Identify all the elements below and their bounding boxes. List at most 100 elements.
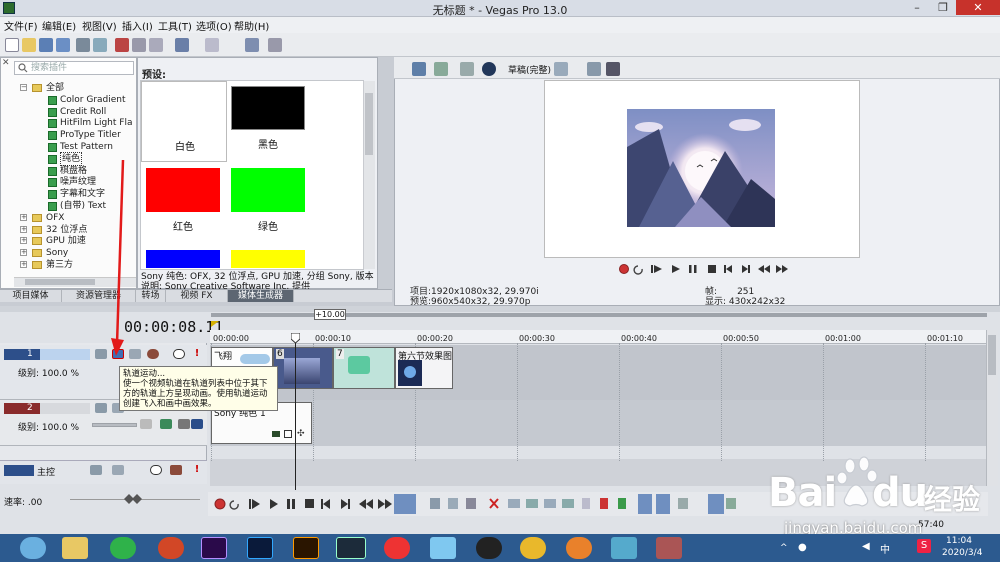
tray-user-icon[interactable]: ● [798, 542, 807, 553]
preset-green[interactable]: 绿色 [231, 168, 317, 246]
preset-white[interactable]: 白色 [141, 81, 227, 162]
clip-move-icon[interactable]: ✣ [297, 430, 306, 439]
app-icon-red[interactable] [384, 537, 410, 559]
powerpoint-icon[interactable] [158, 537, 184, 559]
file-explorer-icon[interactable] [62, 537, 88, 559]
tab-transitions[interactable]: 转场 [136, 290, 166, 302]
tray-volume-icon[interactable]: ◀ [862, 541, 870, 552]
menu-tools[interactable]: 工具(T) [158, 18, 192, 33]
master-mute-icon[interactable] [150, 465, 162, 475]
splitter[interactable] [0, 306, 1000, 312]
preset-red[interactable]: 红色 [146, 168, 232, 246]
playhead[interactable] [295, 335, 296, 490]
master-mode-icon[interactable] [170, 465, 182, 475]
track-fx-icon[interactable] [160, 419, 172, 429]
copy-icon[interactable] [132, 38, 146, 52]
master-motion-icon[interactable] [90, 465, 102, 475]
what-is-this-icon[interactable] [268, 38, 282, 52]
tray-lang[interactable]: 中 [880, 541, 890, 556]
preset-blue[interactable] [146, 250, 232, 268]
track-fx-icon[interactable] [129, 349, 141, 359]
expand-icon[interactable]: + [20, 237, 27, 245]
undo-icon[interactable] [175, 38, 189, 52]
master-fx-icon[interactable] [112, 465, 124, 475]
transport-controls[interactable] [212, 492, 772, 516]
app-icon-photo[interactable] [656, 537, 682, 559]
open-icon[interactable] [22, 38, 36, 52]
tab-media-generators[interactable]: 媒体生成器 [228, 290, 294, 302]
preset-black[interactable]: 黑色 [231, 86, 317, 164]
menu-view[interactable]: 视图(V) [82, 18, 117, 33]
enable-snapping-icon[interactable] [245, 38, 259, 52]
split-screen-icon[interactable] [460, 62, 474, 76]
menu-insert[interactable]: 插入(I) [122, 18, 153, 33]
app-icon-blue[interactable] [430, 537, 456, 559]
qq-icon[interactable] [476, 537, 502, 559]
properties-icon[interactable] [93, 38, 107, 52]
external-monitor-icon[interactable] [434, 62, 448, 76]
menu-help[interactable]: 帮助(H) [234, 18, 269, 33]
menu-edit[interactable]: 编辑(E) [42, 18, 76, 33]
compositing-mode-icon[interactable] [147, 349, 159, 359]
new-icon[interactable] [5, 38, 19, 52]
track-name-field[interactable] [40, 403, 90, 414]
expand-icon[interactable]: + [20, 249, 27, 257]
timeline-vscroll-thumb[interactable] [988, 335, 996, 375]
mute-icon[interactable] [173, 349, 185, 359]
tree-item[interactable]: HitFilm Light Fla [0, 117, 136, 129]
search-input[interactable]: 搜索插件 [14, 61, 134, 75]
premiere-icon[interactable] [201, 537, 227, 559]
start-button[interactable] [20, 537, 46, 559]
expand-icon[interactable]: + [20, 213, 27, 221]
photoshop-icon[interactable] [247, 537, 273, 559]
save-snapshot-icon[interactable] [606, 62, 620, 76]
clip-6[interactable]: 6 [273, 347, 333, 389]
render-icon[interactable] [76, 38, 90, 52]
app-icon-teal[interactable] [611, 537, 637, 559]
clip-7[interactable]: 7 [333, 347, 395, 389]
tree-item[interactable]: Credit Roll [0, 106, 136, 118]
tray-input-method[interactable]: S [917, 539, 931, 553]
tree-item[interactable]: ProType Titler [0, 129, 136, 141]
save-icon[interactable] [39, 38, 53, 52]
rate-thumb-icon[interactable] [124, 494, 142, 504]
slider-thumb-icon[interactable] [140, 419, 152, 429]
overlays-icon[interactable] [482, 62, 496, 76]
bypass-motion-blur-icon[interactable] [95, 349, 107, 359]
track-2-lane[interactable] [210, 400, 986, 446]
preview-settings-icon[interactable] [412, 62, 426, 76]
chrome-icon[interactable] [520, 537, 546, 559]
grid-icon[interactable] [554, 62, 568, 76]
preset-yellow[interactable] [231, 250, 317, 268]
vegas-pro-icon[interactable] [336, 537, 366, 559]
expand-icon[interactable]: + [20, 261, 27, 268]
tree-item[interactable]: Color Gradient [0, 94, 136, 106]
tree-scroll-thumb[interactable] [25, 279, 95, 285]
cut-icon[interactable] [115, 38, 129, 52]
copy-snapshot-icon[interactable] [587, 62, 601, 76]
tree-item[interactable]: − 全部 [0, 82, 136, 94]
move-up-icon[interactable] [191, 419, 203, 429]
expand-icon[interactable]: + [20, 225, 27, 233]
master-bus-header[interactable]: 主控 ! [0, 460, 207, 484]
clip-fx-icon[interactable] [272, 431, 280, 437]
menu-file[interactable]: 文件(F) [4, 18, 38, 33]
restore-button[interactable]: ❐ [930, 0, 956, 15]
illustrator-icon[interactable] [293, 537, 319, 559]
collapse-icon[interactable]: − [20, 84, 27, 91]
preview-quality[interactable]: 草稿(完整) [508, 63, 551, 76]
browser-icon[interactable] [566, 537, 592, 559]
menu-options[interactable]: 选项(O) [196, 18, 232, 33]
wechat-icon[interactable] [110, 537, 136, 559]
redo-icon[interactable] [205, 38, 219, 52]
clip-effect-image[interactable]: 第六节效果图 [395, 347, 453, 389]
solo-icon[interactable]: ! [191, 349, 203, 359]
tray-chevron-icon[interactable]: ^ [780, 543, 788, 553]
tab-video-fx[interactable]: 视频 FX [166, 290, 228, 302]
clip-pan-crop-icon[interactable] [284, 430, 292, 438]
presets-scroll-thumb[interactable] [365, 93, 373, 155]
level-slider[interactable] [92, 423, 137, 427]
bypass-motion-blur-icon[interactable] [95, 403, 107, 413]
playhead-handle-icon[interactable] [291, 333, 300, 343]
master-solo-icon[interactable]: ! [191, 465, 203, 475]
